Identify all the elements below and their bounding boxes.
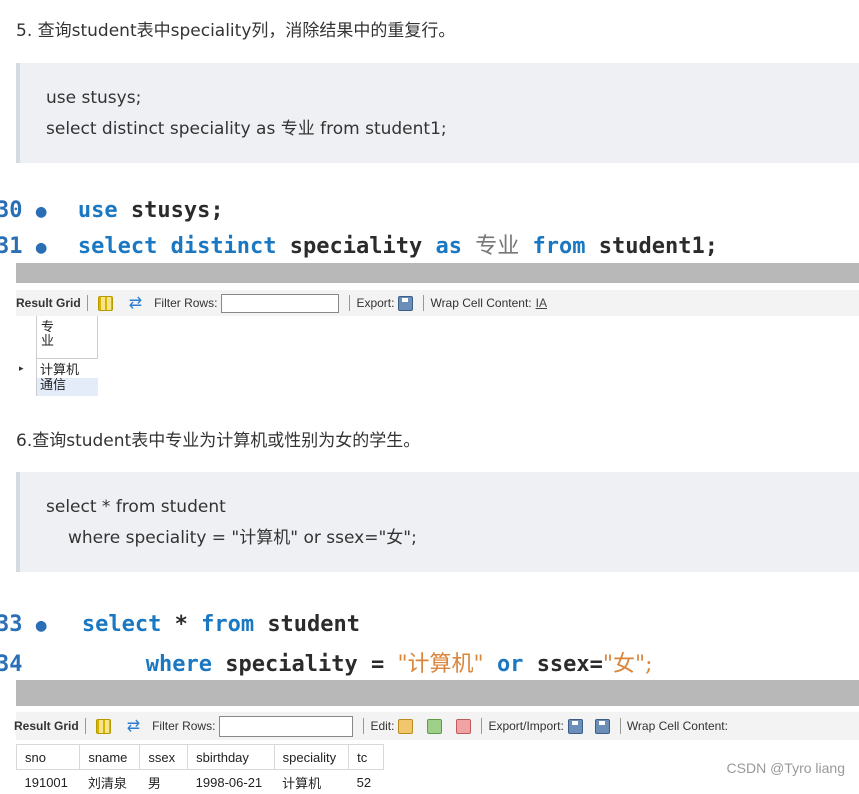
divider — [423, 295, 424, 311]
import-icon[interactable] — [595, 719, 610, 734]
identifier: stusys; — [131, 198, 224, 223]
result-toolbar-6: Result Grid ⇄ Filter Rows: Edit: Export/… — [16, 712, 859, 740]
code-line: where speciality = "计算机" or ssex="女"; — [46, 523, 833, 554]
wrap-cell-label: Wrap Cell Content: — [430, 296, 531, 310]
result-grid-5: 专 业 ▸ 计算机 通信 — [16, 316, 98, 396]
editor-scrollbar[interactable] — [16, 263, 859, 283]
result-toolbar-5: Result Grid ⇄ Filter Rows: Export: Wrap … — [16, 290, 859, 316]
table-row[interactable]: 191001 刘清泉 男 1998-06-21 计算机 52 — [17, 770, 384, 794]
edit-label: Edit: — [370, 719, 394, 733]
divider — [349, 295, 350, 311]
column-header-sno[interactable]: sno — [17, 745, 80, 770]
column-header-sbirthday[interactable]: sbirthday — [188, 745, 275, 770]
identifier: ssex= — [537, 652, 603, 677]
keyword-or: or — [497, 652, 524, 677]
line-number: 30 — [0, 196, 23, 226]
refresh-icon[interactable]: ⇄ — [129, 296, 142, 311]
grid-cell[interactable]: 52 — [349, 770, 383, 794]
filter-rows-input[interactable] — [219, 716, 353, 737]
keyword-where: where — [146, 652, 212, 677]
operator: = — [371, 652, 384, 677]
grid-cell[interactable]: 191001 — [17, 770, 80, 794]
keyword-distinct: distinct — [171, 234, 277, 259]
identifier: speciality — [225, 652, 357, 677]
keyword-from: from — [533, 234, 586, 259]
code-block-6: select * from student where speciality =… — [16, 472, 859, 572]
keyword-select: select — [82, 612, 161, 637]
divider — [620, 718, 621, 734]
star: * — [175, 612, 188, 637]
divider — [85, 718, 86, 734]
grid-cell[interactable]: 1998-06-21 — [188, 770, 275, 794]
editor-line-30: 30 ● use stusys; — [0, 196, 224, 226]
line-number: 34 — [0, 650, 23, 680]
column-header[interactable]: 专 业 — [37, 316, 98, 359]
export-label: Export: — [356, 296, 394, 310]
result-grid-6: sno sname ssex sbirthday speciality tc 1… — [16, 744, 384, 794]
watermark: CSDN @Tyro liang — [727, 760, 845, 776]
code-line: use stusys; — [46, 83, 833, 114]
code-block-5: use stusys; select distinct speciality a… — [16, 63, 859, 163]
question-6-text: 6.查询student表中专业为计算机或性别为女的学生。 — [16, 426, 420, 451]
filter-rows-input[interactable] — [221, 294, 339, 313]
filter-rows-label: Filter Rows: — [154, 296, 217, 310]
identifier: speciality — [290, 234, 422, 259]
string-text: "女"; — [603, 652, 653, 677]
column-header-tc[interactable]: tc — [349, 745, 383, 770]
editor-line-31: 31 ● select distinct speciality as 专业 fr… — [0, 232, 718, 262]
line-number: 33 — [0, 610, 23, 640]
grid-header-row: sno sname ssex sbirthday speciality tc — [17, 745, 384, 770]
code-line: select distinct speciality as 专业 from st… — [46, 114, 833, 145]
editor-scrollbar[interactable] — [16, 680, 859, 706]
keyword-as: as — [436, 234, 463, 259]
grid-cell[interactable]: 通信 — [37, 378, 98, 396]
grid-cell[interactable]: 计算机 — [274, 770, 348, 794]
statement-dot-icon: ● — [36, 615, 47, 636]
result-grid-tab[interactable]: Result Grid — [16, 296, 81, 310]
refresh-icon[interactable]: ⇄ — [127, 719, 140, 734]
grid-cell[interactable]: 刘清泉 — [80, 770, 140, 794]
export-icon[interactable] — [568, 719, 583, 734]
keyword-select: select — [78, 234, 157, 259]
keyword-use: use — [78, 198, 118, 223]
alias: 专业 — [475, 234, 519, 259]
grid-cell[interactable]: 计算机 — [37, 359, 98, 379]
divider — [481, 718, 482, 734]
export-import-label: Export/Import: — [488, 719, 563, 733]
grid-view-icon[interactable] — [96, 719, 111, 734]
keyword-from: from — [201, 612, 254, 637]
result-grid-tab[interactable]: Result Grid — [14, 719, 79, 733]
divider — [363, 718, 364, 734]
statement-dot-icon: ● — [36, 237, 47, 258]
delete-row-icon[interactable] — [456, 719, 471, 734]
editor-line-34: 34 where speciality = "计算机" or ssex="女"; — [0, 650, 653, 680]
column-header-speciality[interactable]: speciality — [274, 745, 348, 770]
question-5-text: 5. 查询student表中speciality列，消除结果中的重复行。 — [16, 16, 455, 41]
edit-pencil-icon[interactable] — [398, 719, 413, 734]
export-icon[interactable] — [398, 296, 413, 311]
divider — [87, 295, 88, 311]
string-text: "计算机" — [397, 652, 483, 677]
add-row-icon[interactable] — [427, 719, 442, 734]
line-number: 31 — [0, 232, 23, 262]
grid-cell[interactable]: 男 — [140, 770, 188, 794]
identifier: student1; — [599, 234, 718, 259]
code-line: select * from student — [46, 492, 833, 523]
filter-rows-label: Filter Rows: — [152, 719, 215, 733]
string-literal: "女"; — [603, 652, 653, 677]
column-header-ssex[interactable]: ssex — [140, 745, 188, 770]
column-header-sname[interactable]: sname — [80, 745, 140, 770]
wrap-cell-icon[interactable]: IA — [536, 296, 547, 311]
grid-view-icon[interactable] — [98, 296, 113, 311]
editor-line-33: 33 ● select * from student — [0, 610, 360, 640]
current-row-icon: ▸ — [16, 359, 37, 379]
wrap-cell-label: Wrap Cell Content: — [627, 719, 728, 733]
statement-dot-icon: ● — [36, 201, 47, 222]
identifier: student — [267, 612, 360, 637]
string-literal: "计算机" — [397, 652, 483, 677]
